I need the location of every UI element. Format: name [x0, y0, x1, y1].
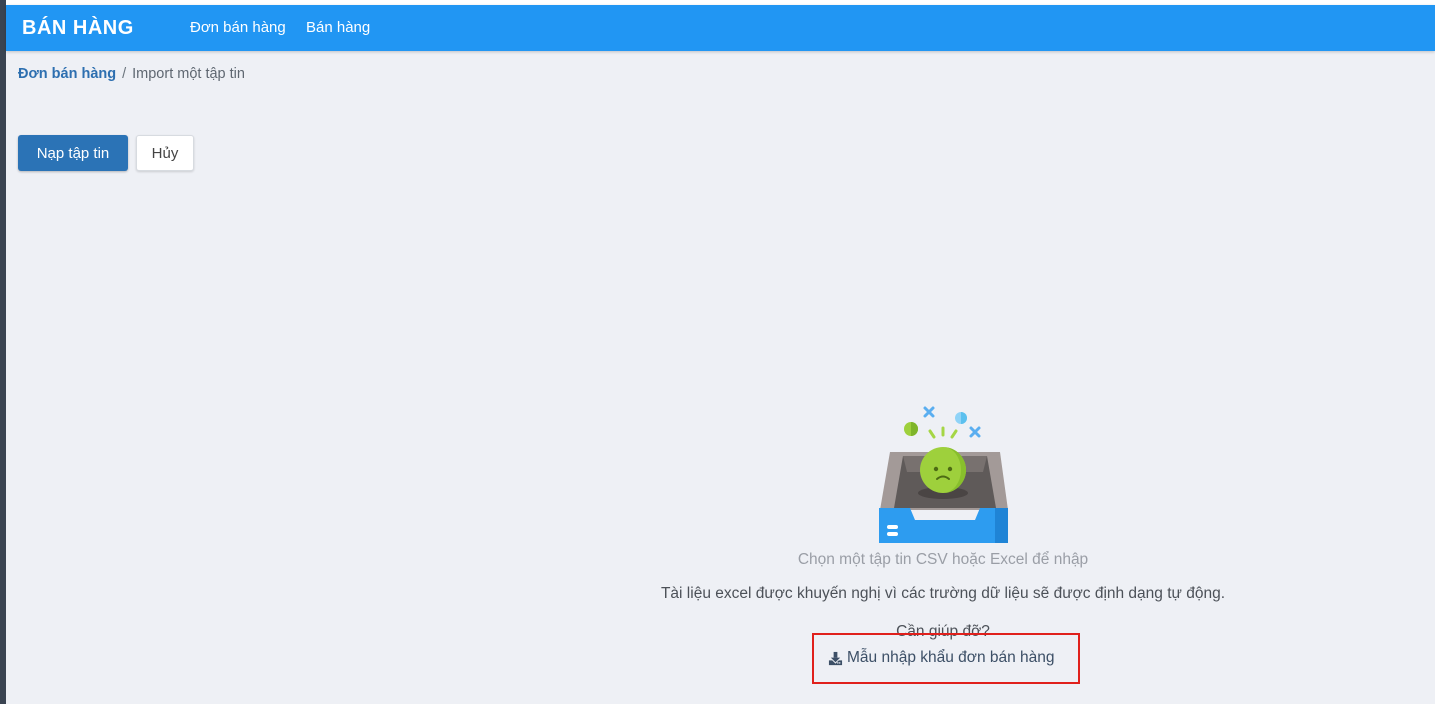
breadcrumb-current: Import một tập tin — [132, 66, 245, 82]
cancel-button[interactable]: Hủy — [136, 135, 194, 171]
empty-state-prompt: Chọn một tập tin CSV hoặc Excel để nhập — [797, 551, 1089, 568]
sad-empty-inbox-illustration — [879, 406, 1008, 543]
breadcrumb-separator: / — [122, 66, 127, 82]
app-window: BÁN HÀNG Đơn bán hàng Bán hàng Đơn bán h… — [0, 0, 1435, 704]
nav-item-sales-orders[interactable]: Đơn bán hàng — [190, 19, 286, 36]
nav-item-sales[interactable]: Bán hàng — [306, 19, 370, 36]
empty-state-recommendation: Tài liệu excel được khuyến nghị vì các t… — [660, 585, 1226, 602]
upload-file-button[interactable]: Nạp tập tin — [18, 135, 128, 171]
download-icon — [828, 651, 843, 665]
help-text: Cần giúp đỡ? — [896, 623, 990, 640]
download-template-label: Mẫu nhập khẩu đơn bán hàng — [847, 649, 1055, 666]
app-brand[interactable]: BÁN HÀNG — [22, 17, 134, 40]
download-template-link[interactable]: Mẫu nhập khẩu đơn bán hàng — [828, 649, 1055, 667]
top-navbar: BÁN HÀNG Đơn bán hàng Bán hàng — [6, 5, 1435, 51]
confetti-decoration — [904, 406, 981, 439]
breadcrumb-parent-link[interactable]: Đơn bán hàng — [18, 66, 116, 82]
breadcrumb: Đơn bán hàng / Import một tập tin — [18, 66, 245, 82]
